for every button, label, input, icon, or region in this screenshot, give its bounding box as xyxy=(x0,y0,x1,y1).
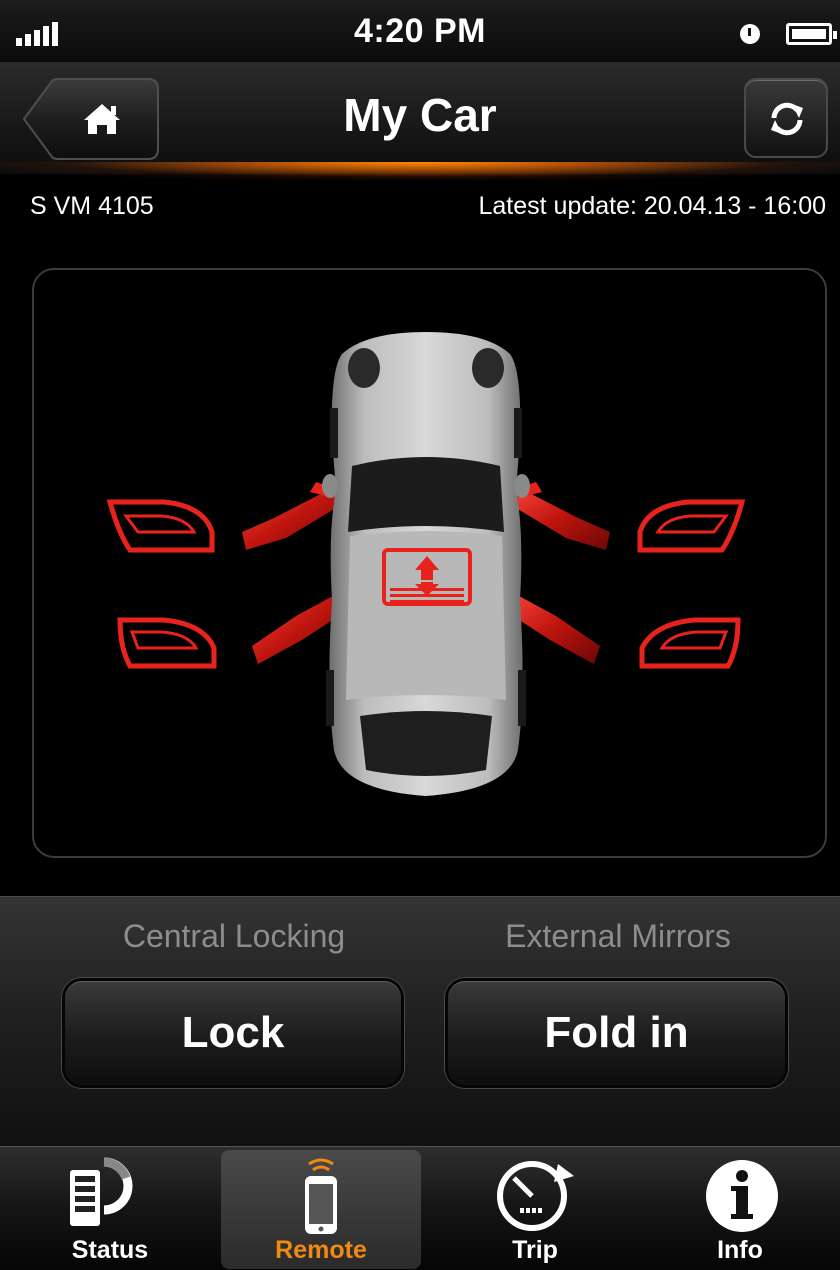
central-locking-label: Central Locking xyxy=(122,918,346,954)
window-indicator-rear-right xyxy=(639,617,741,669)
status-time: 4:20 PM xyxy=(354,12,486,50)
page-title: My Car xyxy=(343,89,497,141)
refresh-icon xyxy=(771,102,803,136)
car-status-panel xyxy=(32,268,827,858)
window-indicator-front-right xyxy=(637,499,746,553)
refresh-button[interactable] xyxy=(744,78,828,158)
external-mirrors-label: External Mirrors xyxy=(505,918,731,954)
window-indicator-front-left xyxy=(106,499,215,553)
tab-trip[interactable]: Trip xyxy=(450,1150,620,1269)
car-diagram xyxy=(106,332,746,796)
status-gauge-icon xyxy=(70,1157,133,1226)
info-icon xyxy=(706,1160,778,1232)
clock-icon xyxy=(740,24,760,44)
tab-trip-label: Trip xyxy=(512,1236,558,1264)
license-plate: S VM 4105 xyxy=(30,192,154,220)
remote-phone-icon xyxy=(305,1158,337,1234)
tab-status[interactable]: Status xyxy=(30,1150,190,1269)
tab-remote[interactable]: Remote xyxy=(221,1150,421,1269)
tab-info-label: Info xyxy=(717,1236,763,1264)
trip-meter-icon xyxy=(497,1161,574,1231)
tab-remote-label: Remote xyxy=(275,1236,367,1264)
tab-info[interactable]: Info xyxy=(660,1150,820,1269)
window-indicator-rear-left xyxy=(117,617,217,669)
nav-bar-glow xyxy=(0,162,840,180)
latest-update: Latest update: 20.04.13 - 16:00 xyxy=(478,192,827,220)
lock-button[interactable]: Lock xyxy=(62,978,404,1088)
battery-icon xyxy=(786,23,837,45)
tab-status-label: Status xyxy=(71,1236,149,1264)
fold-in-button[interactable]: Fold in xyxy=(445,978,788,1088)
